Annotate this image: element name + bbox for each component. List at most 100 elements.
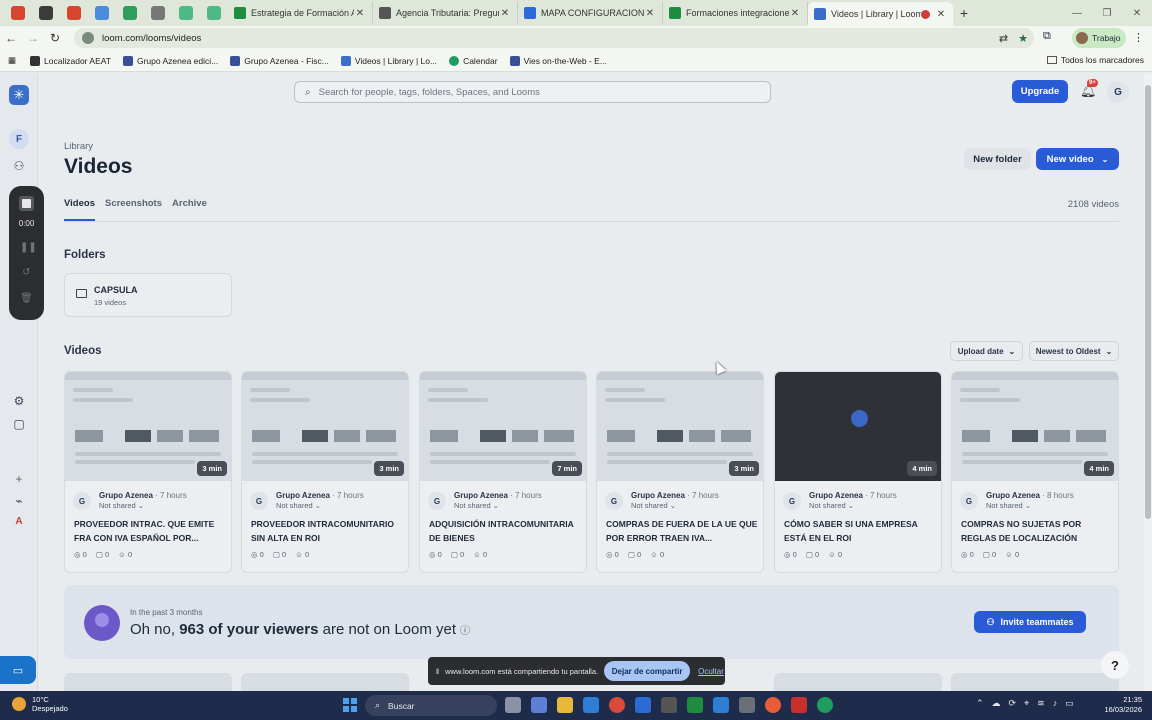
new-folder-button[interactable]: New folder [964,148,1031,170]
video-thumbnail[interactable]: 3 min [65,372,231,481]
user-avatar[interactable]: G [1107,81,1129,103]
video-title[interactable]: PROVEEDOR INTRACOMUNITARIO SIN ALTA EN R… [251,517,403,545]
sharing-dropdown[interactable]: Not shared ⌄ [986,501,1031,510]
taskbar-search[interactable]: ⌕ Buscar [365,695,497,716]
video-title[interactable]: COMPRAS NO SUJETAS POR REGLAS DE LOCALIZ… [961,517,1113,545]
plus-icon[interactable]: + [11,471,27,487]
location-icon[interactable]: ⌖ [1024,698,1029,709]
pinned-tab-chrome[interactable] [144,2,172,24]
snipping-icon[interactable] [739,697,755,713]
chrome-icon[interactable] [609,697,625,713]
forward-icon[interactable]: → [22,31,44,45]
video-title[interactable]: PROVEEDOR INTRAC. QUE EMITE FRA CON IVA … [74,517,226,545]
help-button[interactable]: ? [1101,651,1129,679]
back-icon[interactable]: ← [0,31,22,45]
notifications-bell-icon[interactable]: 🔔︎ 9+ [1080,79,1098,99]
video-card[interactable]: 7 min G Grupo Azenea · 7 hours Not shared ⌄… [419,371,587,573]
breadcrumb[interactable]: Library [64,141,93,152]
video-card[interactable]: 4 min G Grupo Azenea · 8 hours Not shared ⌄… [951,371,1119,573]
battery-icon[interactable]: ▭ [1065,698,1074,709]
video-card[interactable]: 3 min G Grupo Azenea · 7 hours Not shared ⌄… [241,371,409,573]
browser-tab-active[interactable]: Videos | Library | Loom ✕ [808,2,953,26]
video-title[interactable]: CÓMO SABER SI UNA EMPRESA ESTÁ EN EL ROI [784,517,936,545]
reload-icon[interactable]: ↻ [44,31,66,45]
close-icon[interactable]: ✕ [354,8,366,19]
pinned-tab-pdf[interactable] [4,2,32,24]
pinned-tab-gmail[interactable] [60,2,88,24]
weather-widget[interactable]: 10°C Despejado [12,695,68,713]
video-thumbnail[interactable]: 4 min [775,372,941,481]
tab-videos[interactable]: Videos [64,198,95,221]
new-video-button[interactable]: New video ⌄ [1036,148,1119,170]
bookmark[interactable]: Grupo Azenea - Fisc... [230,55,329,66]
app-icon[interactable] [661,697,677,713]
browser-tab[interactable]: MAPA CONFIGURACION EXCEL ✕ [518,2,663,24]
upgrade-button[interactable]: Upgrade [1012,80,1068,103]
new-tab-button[interactable]: + [953,5,975,21]
account-avatar[interactable]: A [12,515,26,529]
close-icon[interactable]: ✕ [499,8,511,19]
camera-bubble-button[interactable]: ▭ [0,656,36,684]
bookmark[interactable]: Localizador AEAT [30,55,111,66]
browser-tab[interactable]: Formaciones integraciones - Ho ✕ [663,2,808,24]
clock[interactable]: 21:35 16/03/2026 [1104,695,1142,715]
sharing-dropdown[interactable]: Not shared ⌄ [454,501,499,510]
volume-icon[interactable]: ♪ [1053,698,1058,709]
invite-teammates-button[interactable]: ⚇ Invite teammates [974,611,1086,633]
acrobat-icon[interactable] [791,697,807,713]
bookmark[interactable]: Videos | Library | Lo... [340,55,437,66]
browser-tab[interactable]: Estrategia de Formación AZENE ✕ [228,2,373,24]
excel-icon[interactable] [687,697,703,713]
bookmark[interactable]: Grupo Azenea edici... [122,55,218,66]
sync-icon[interactable]: ⟳ [1009,698,1017,709]
video-thumbnail[interactable]: 3 min [597,372,763,481]
workspace-avatar[interactable]: F [9,129,29,149]
menu-icon[interactable]: ⋮ [1133,31,1144,44]
search-input[interactable]: ⌕ Search for people, tags, folders, Spac… [294,81,771,103]
close-icon[interactable]: ✕ [644,8,656,19]
video-title[interactable]: ADQUISICIÓN INTRACOMUNITARIA DE BIENES [429,517,581,545]
translate-icon[interactable]: ⇄ [999,32,1008,45]
video-thumbnail[interactable]: 3 min [242,372,408,481]
extensions-icon[interactable]: ⧉ [1043,30,1051,43]
close-icon[interactable]: ✕ [935,9,947,20]
windows-start-icon[interactable] [343,698,357,712]
pinned-tab-docs[interactable] [88,2,116,24]
browser-tab[interactable]: Agencia Tributaria: Preguntas fr ✕ [373,2,518,24]
chrome-profile-icon[interactable] [765,697,781,713]
scrollbar-thumb[interactable] [1145,85,1151,519]
sharing-dropdown[interactable]: Not shared ⌄ [276,501,321,510]
close-icon[interactable]: ✕ [789,8,801,19]
video-card[interactable]: 3 min G Grupo Azenea · 7 hours Not shared ⌄… [64,371,232,573]
star-icon[interactable]: ★ [1018,32,1028,45]
folder-card[interactable]: CAPSULA 19 videos [64,273,232,317]
profile-button[interactable]: Trabajo [1072,28,1126,48]
app-icon[interactable] [583,697,599,713]
chevron-up-icon[interactable]: ⌃ [976,698,984,709]
settings-icon[interactable]: ⚙ [11,393,27,409]
sharing-dropdown[interactable]: Not shared ⌄ [631,501,676,510]
trash-icon[interactable]: 🗑︎ [20,292,33,305]
pinned-tab-drive[interactable] [116,2,144,24]
wifi-icon[interactable]: ≋ [1037,698,1045,709]
word-icon[interactable] [635,697,651,713]
sharing-dropdown[interactable]: Not shared ⌄ [99,501,144,510]
task-view-icon[interactable] [505,697,521,713]
tab-screenshots[interactable]: Screenshots [105,198,162,221]
close-window-icon[interactable]: ✕ [1122,8,1152,19]
add-member-icon[interactable]: ⚇ [11,158,27,174]
maximize-icon[interactable]: ❐ [1092,8,1122,19]
tab-archive[interactable]: Archive [172,198,207,221]
bookmark[interactable]: Calendar [449,55,498,66]
video-thumbnail[interactable]: 4 min [952,372,1118,481]
video-thumbnail[interactable]: 7 min [420,372,586,481]
video-card[interactable]: 3 min G Grupo Azenea · 7 hours Not shared ⌄… [596,371,764,573]
pinned-tab-b[interactable] [32,2,60,24]
stop-sharing-button[interactable]: Dejar de compartir [604,661,691,681]
app-icon[interactable] [713,697,729,713]
screenshot-icon[interactable]: ▢ [11,416,27,432]
pinned-tab-ext-1[interactable] [172,2,200,24]
sort-field-dropdown[interactable]: Upload date ⌄ [950,341,1023,361]
sort-order-dropdown[interactable]: Newest to Oldest ⌄ [1029,341,1119,361]
loom-logo-icon[interactable]: ✳ [9,85,29,105]
